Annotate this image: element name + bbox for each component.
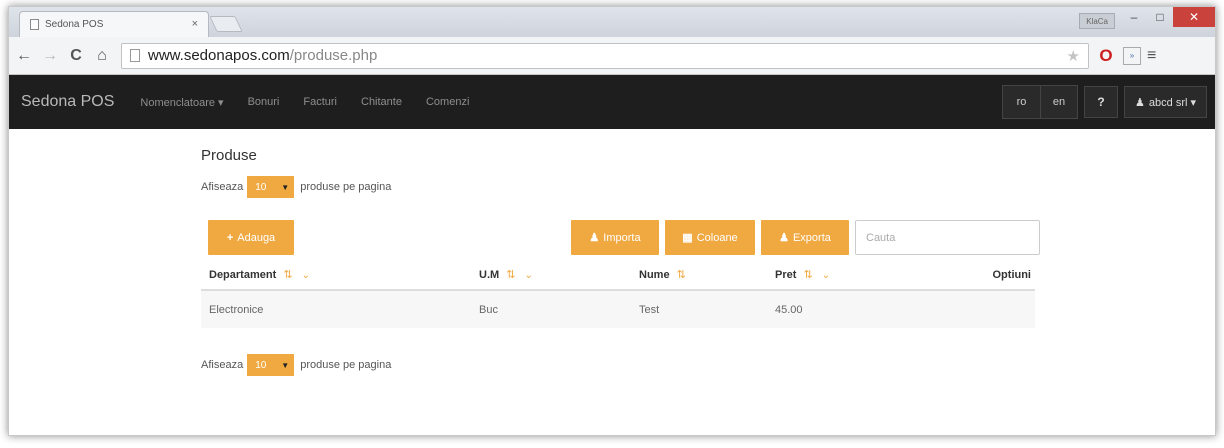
main-content: Produse Afiseaza 10 ▼ produse pe pagina … xyxy=(201,147,1041,376)
back-icon[interactable]: ← xyxy=(13,47,35,65)
perpage-value: 10 xyxy=(255,181,267,193)
tab-title: Sedona POS xyxy=(45,19,104,30)
col-um-label: U.M xyxy=(479,269,500,281)
search-input[interactable] xyxy=(855,220,1040,255)
tab-strip: Sedona POS × KlaCa – □ ✕ xyxy=(9,7,1215,37)
reload-icon[interactable]: C xyxy=(65,47,87,65)
help-icon[interactable]: ? xyxy=(1084,86,1119,118)
user-name: abcd srl ▾ xyxy=(1148,96,1196,109)
sort-icon[interactable]: ⇅ xyxy=(283,269,292,281)
perpage-prefix: Afiseaza xyxy=(201,359,244,371)
browser-window: Sedona POS × KlaCa – □ ✕ ← → C ⌂ www.sed… xyxy=(8,6,1216,436)
extension-icon[interactable]: » xyxy=(1123,46,1141,65)
cell-um: Buc xyxy=(471,290,631,328)
chevron-down-icon[interactable]: ⌄ xyxy=(302,270,310,281)
tab-close-icon[interactable]: × xyxy=(192,18,198,30)
cell-optiuni xyxy=(907,290,1035,328)
page-icon xyxy=(130,49,140,62)
lang-ro-button[interactable]: ro xyxy=(1003,86,1041,118)
col-departament[interactable]: Departament ⇅ ⌄ xyxy=(201,260,471,291)
forward-icon[interactable]: → xyxy=(39,47,61,65)
perpage-suffix: produse pe pagina xyxy=(300,181,392,193)
nav-comenzi[interactable]: Comenzi xyxy=(426,96,469,108)
export-button[interactable]: ♟ Exporta xyxy=(761,220,849,255)
bookmark-star-icon[interactable]: ★ xyxy=(1067,47,1080,65)
browser-menu-icon[interactable]: ≡ xyxy=(1147,47,1156,65)
col-nume[interactable]: Nume ⇅ xyxy=(631,260,767,291)
profile-badge[interactable]: KlaCa xyxy=(1079,13,1115,29)
import-button[interactable]: ♟ Importa xyxy=(571,220,659,255)
brand-logo[interactable]: Sedona POS xyxy=(21,93,114,111)
caret-down-icon: ▼ xyxy=(281,182,290,192)
perpage-suffix: produse pe pagina xyxy=(300,359,392,371)
language-switcher: ro en xyxy=(1002,85,1079,119)
page-title: Produse xyxy=(201,147,257,164)
grid-icon: ▦ xyxy=(682,232,693,244)
col-nume-label: Nume xyxy=(639,269,670,281)
nav-chitante[interactable]: Chitante xyxy=(361,96,402,108)
col-optiuni-label: Optiuni xyxy=(992,268,1032,281)
maximize-icon[interactable]: □ xyxy=(1147,7,1173,27)
window-controls: KlaCa – □ ✕ xyxy=(1079,7,1215,29)
import-button-label: Importa xyxy=(603,231,641,244)
cell-nume: Test xyxy=(631,290,767,328)
minimize-icon[interactable]: – xyxy=(1121,7,1147,27)
browser-toolbar: ← → C ⌂ www.sedonapos.com/produse.php ★ … xyxy=(9,37,1215,75)
perpage-prefix: Afiseaza xyxy=(201,181,244,193)
table-header-row: Departament ⇅ ⌄ U.M ⇅ ⌄ Nume ⇅ Pret ⇅ ⌄ … xyxy=(201,260,1035,291)
col-pret[interactable]: Pret ⇅ ⌄ xyxy=(767,260,907,291)
navbar-right: ro en ? ♟ abcd srl ▾ xyxy=(1002,85,1215,119)
col-departament-label: Departament xyxy=(209,269,277,281)
close-window-icon[interactable]: ✕ xyxy=(1173,7,1215,27)
perpage-select[interactable]: 10 ▼ xyxy=(247,354,295,376)
perpage-value: 10 xyxy=(255,359,267,371)
sort-icon[interactable]: ⇅ xyxy=(506,269,515,281)
perpage-top: Afiseaza 10 ▼ produse pe pagina xyxy=(201,176,1041,198)
browser-tab[interactable]: Sedona POS × xyxy=(19,11,209,37)
sort-icon[interactable]: ⇅ xyxy=(677,269,686,281)
action-bar: + Adauga ♟ Importa ▦ Coloane ♟ Exporta xyxy=(201,220,1041,256)
user-icon: ♟ xyxy=(1135,96,1145,109)
url-path: /produse.php xyxy=(289,47,378,64)
new-tab-button[interactable] xyxy=(209,16,243,32)
home-icon[interactable]: ⌂ xyxy=(91,47,113,65)
import-user-icon: ♟ xyxy=(589,232,600,244)
url-host: www.sedonapos.com xyxy=(148,47,290,64)
perpage-select[interactable]: 10 ▼ xyxy=(247,176,295,198)
nav-nomenclatoare[interactable]: Nomenclatoare ▾ xyxy=(140,96,223,109)
columns-button-label: Coloane xyxy=(696,231,738,244)
col-pret-label: Pret xyxy=(775,269,797,281)
address-bar[interactable]: www.sedonapos.com/produse.php ★ xyxy=(121,42,1089,69)
col-optiuni: Optiuni xyxy=(907,260,1035,291)
cell-departament: Electronice xyxy=(201,290,471,328)
products-table: Departament ⇅ ⌄ U.M ⇅ ⌄ Nume ⇅ Pret ⇅ ⌄ … xyxy=(201,260,1035,328)
export-user-icon: ♟ xyxy=(779,232,789,244)
col-um[interactable]: U.M ⇅ ⌄ xyxy=(471,260,631,291)
lang-en-button[interactable]: en xyxy=(1040,86,1078,118)
user-menu-button[interactable]: ♟ abcd srl ▾ xyxy=(1124,86,1207,118)
page-icon xyxy=(30,19,39,30)
columns-button[interactable]: ▦ Coloane xyxy=(665,220,755,255)
add-button-label: Adauga xyxy=(237,231,276,244)
nav-facturi[interactable]: Facturi xyxy=(303,96,337,108)
export-button-label: Exporta xyxy=(792,231,831,244)
app-navbar: Sedona POS Nomenclatoare ▾ Bonuri Factur… xyxy=(9,75,1215,129)
nav-bonuri[interactable]: Bonuri xyxy=(248,96,280,108)
sort-icon[interactable]: ⇅ xyxy=(803,269,812,281)
caret-down-icon: ▼ xyxy=(281,360,290,370)
cell-pret: 45.00 xyxy=(767,290,907,328)
table-row[interactable]: Electronice Buc Test 45.00 xyxy=(201,290,1035,328)
plus-icon: + xyxy=(226,231,234,244)
perpage-bottom: Afiseaza 10 ▼ produse pe pagina xyxy=(201,354,1041,376)
chevron-down-icon[interactable]: ⌄ xyxy=(822,270,830,281)
chevron-down-icon[interactable]: ⌄ xyxy=(525,270,533,281)
opera-icon[interactable]: O xyxy=(1095,45,1117,67)
add-button[interactable]: + Adauga xyxy=(208,220,294,255)
